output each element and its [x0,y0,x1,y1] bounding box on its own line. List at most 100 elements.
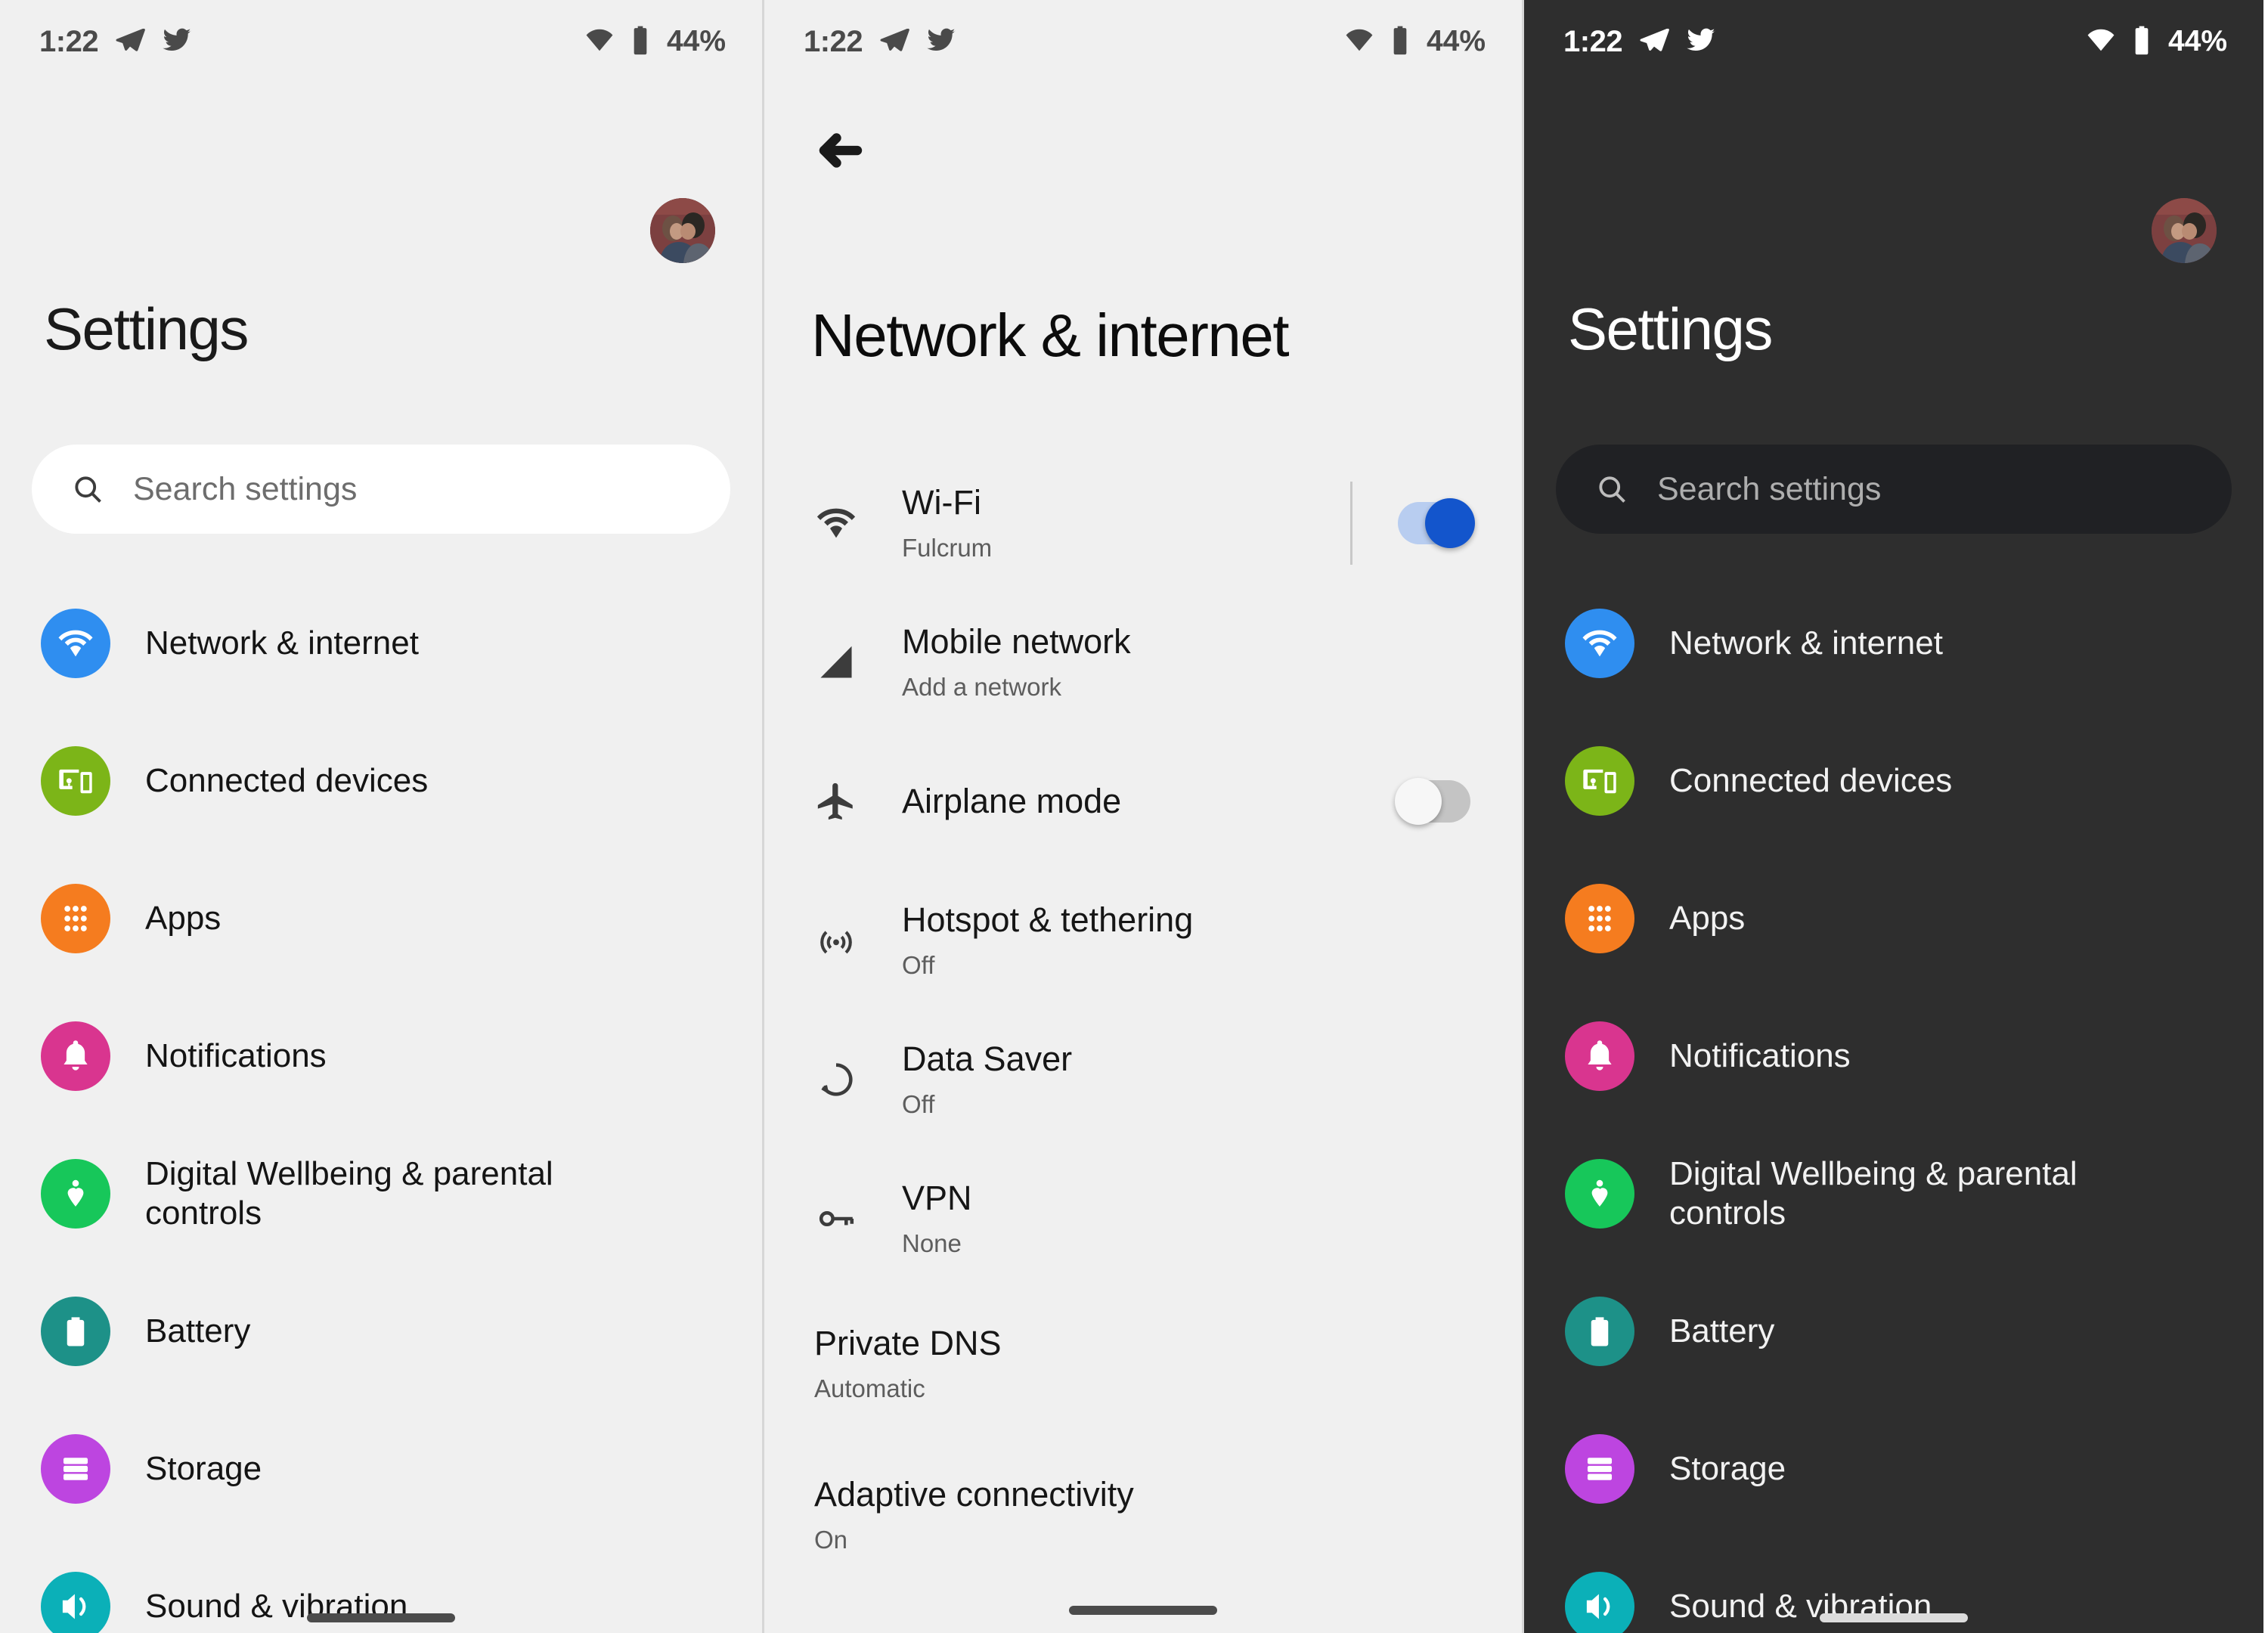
toggle-thumb [1395,778,1442,825]
telegram-icon [879,25,909,59]
wi-fi-toggle[interactable] [1398,498,1475,548]
network-row-title: Wi-Fi [902,483,981,522]
network-row-hotspot-tethering[interactable]: Hotspot & tethering Off [764,871,1522,1010]
wifi-icon [41,609,110,678]
network-row-subtitle: Off [902,1089,935,1118]
network-row-airplane-mode[interactable]: Airplane mode [764,732,1522,871]
battery-percent: 44% [666,25,726,57]
heart-person-icon [1565,1159,1634,1229]
network-row-vpn[interactable]: VPN None [764,1149,1522,1288]
status-bar-left: 1:22 [1563,25,1716,59]
status-bar: 1:22 44% [0,0,762,83]
page-title: Network & internet [811,302,1290,369]
heart-person-icon [41,1159,110,1229]
search-input[interactable]: Search settings [32,445,730,534]
settings-row-network-internet[interactable]: Network & internet [1524,575,2263,712]
settings-row-apps[interactable]: Apps [0,850,762,987]
wifi-icon [2087,26,2115,58]
network-row-subtitle: Automatic [814,1374,925,1402]
network-row-title: Private DNS [814,1324,1002,1363]
settings-row-label: Apps [1669,900,1746,937]
network-row-data-saver[interactable]: Data Saver Off [764,1010,1522,1149]
airplane-icon [814,779,902,823]
settings-row-digital-wellbeing-parental-controls[interactable]: Digital Wellbeing & parental controls [0,1125,762,1263]
storage-icon [41,1434,110,1504]
network-row-mobile-network[interactable]: Mobile network Add a network [764,593,1522,732]
settings-row-storage[interactable]: Storage [1524,1400,2263,1538]
network-row-subtitle: None [902,1229,962,1257]
settings-row-label: Apps [145,900,222,937]
volume-icon [41,1572,110,1633]
avatar[interactable] [2152,198,2217,263]
data-saver-icon [814,1058,902,1102]
network-row-subtitle: Fulcrum [902,533,993,562]
wifi-icon [585,26,614,58]
page-title: Settings [1568,296,1773,362]
status-time: 1:22 [804,24,863,58]
wifi-icon [814,501,902,545]
search-placeholder: Search settings [1657,470,1882,507]
network-row-title: Mobile network [902,622,1131,662]
battery-percent: 44% [1426,25,1486,57]
network-internet-panel: 1:22 44% Network & internet Wi-Fi Fulcru… [762,0,1524,1633]
avatar-photo [650,198,715,263]
search-input[interactable]: Search settings [1556,445,2232,534]
status-bar: 1:22 44% [764,0,1522,83]
status-bar-right: 44% [2087,25,2227,59]
avatar[interactable] [650,198,715,263]
settings-row-battery[interactable]: Battery [0,1263,762,1400]
bell-icon [41,1021,110,1091]
settings-dark-panel: 1:22 44% Settings Search settings Networ… [1524,0,2263,1633]
battery-percent: 44% [2167,25,2227,57]
gesture-nav-bar[interactable] [1820,1613,1968,1622]
twitter-icon [1686,25,1716,59]
status-time: 1:22 [39,24,99,58]
settings-row-connected-devices[interactable]: Connected devices [1524,712,2263,850]
airplane-mode-toggle[interactable] [1395,778,1470,825]
row-divider [1350,482,1352,565]
twitter-icon [926,25,956,59]
network-row-text: Private DNS Automatic [814,1325,1487,1403]
settings-row-apps[interactable]: Apps [1524,850,2263,987]
network-row-title: Data Saver [902,1040,1073,1079]
settings-row-label: Network & internet [145,624,419,662]
devices-icon [41,746,110,816]
network-row-wi-fi[interactable]: Wi-Fi Fulcrum [764,454,1522,593]
status-bar-left: 1:22 [804,25,956,59]
settings-row-digital-wellbeing-parental-controls[interactable]: Digital Wellbeing & parental controls [1524,1125,2263,1263]
settings-row-label: Battery [145,1312,251,1350]
network-row-private-dns[interactable]: Private DNS Automatic [764,1288,1522,1439]
twitter-icon [162,25,192,59]
status-bar-right: 44% [585,25,726,59]
storage-icon [1565,1434,1634,1504]
settings-row-network-internet[interactable]: Network & internet [0,575,762,712]
telegram-icon [115,25,145,59]
settings-row-label: Digital Wellbeing & parental controls [1669,1155,2077,1232]
status-bar-right: 44% [1345,25,1486,59]
network-row-text: Data Saver Off [902,1040,1487,1119]
devices-icon [1565,746,1634,816]
gesture-nav-bar[interactable] [1069,1606,1217,1615]
volume-icon [1565,1572,1634,1633]
settings-row-notifications[interactable]: Notifications [0,987,762,1125]
back-arrow-icon[interactable] [811,121,870,180]
network-row-adaptive-connectivity[interactable]: Adaptive connectivity On [764,1439,1522,1591]
three-panel-screenshot: 1:22 44% Settings Search settings Networ… [0,0,2268,1633]
settings-row-connected-devices[interactable]: Connected devices [0,712,762,850]
status-bar: 1:22 44% [1524,0,2263,83]
settings-light-panel: 1:22 44% Settings Search settings Networ… [0,0,762,1633]
network-row-title: Adaptive connectivity [814,1475,1134,1514]
settings-row-notifications[interactable]: Notifications [1524,987,2263,1125]
settings-list: Network & internet Connected devices Apps N… [1524,575,2263,1633]
network-row-text: Adaptive connectivity On [814,1476,1487,1554]
settings-row-label: Notifications [145,1037,327,1075]
settings-row-label: Network & internet [1669,624,1943,662]
settings-row-label: Connected devices [145,762,429,800]
settings-row-storage[interactable]: Storage [0,1400,762,1538]
signal-icon [814,640,902,684]
gesture-nav-bar[interactable] [307,1613,455,1622]
settings-row-label: Storage [1669,1450,1786,1488]
settings-row-battery[interactable]: Battery [1524,1263,2263,1400]
network-row-subtitle: Add a network [902,672,1061,701]
network-row-title: VPN [902,1179,972,1218]
